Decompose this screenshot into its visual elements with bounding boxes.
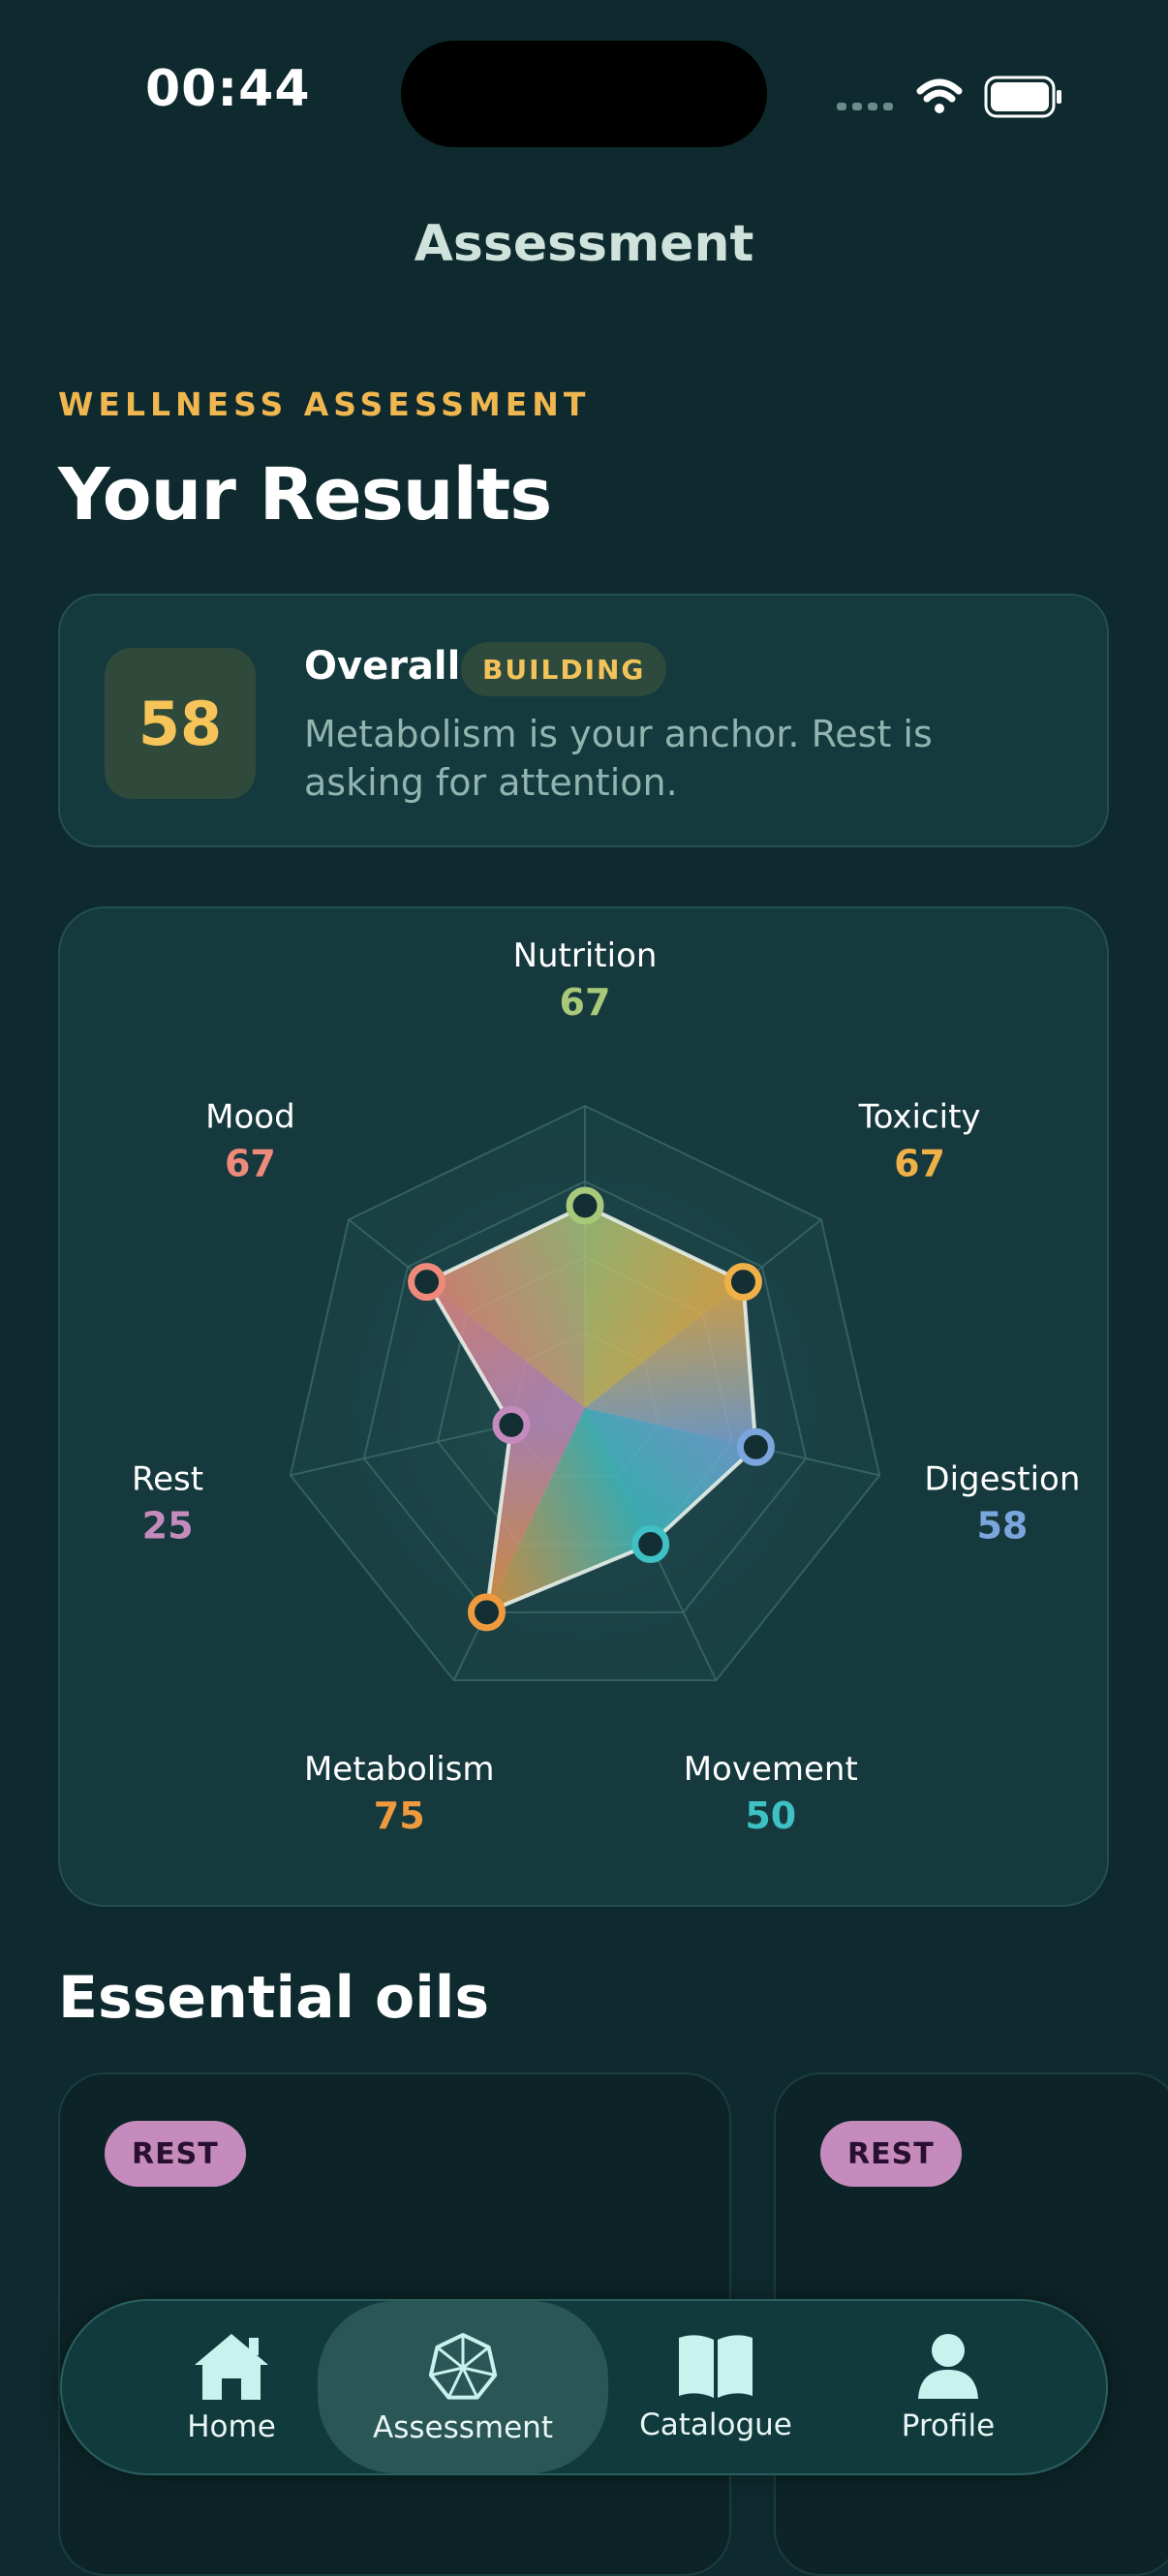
radar-chart-card: Nutrition 67 Toxicity 67 Digestion 58 Movement… [58, 906, 1109, 1907]
axis-label-rest: Rest [132, 1459, 203, 1498]
tab-home[interactable]: Home [159, 2301, 304, 2473]
section-eyebrow: WELLNESS ASSESSMENT [58, 385, 591, 423]
tab-assessment[interactable]: Assessment [318, 2301, 608, 2473]
tab-label: Assessment [373, 2410, 553, 2445]
home-icon [195, 2334, 268, 2400]
icon-spoke [430, 2366, 464, 2377]
battery-icon [984, 76, 1061, 118]
wifi-icon [916, 78, 963, 113]
oil-category-tag: REST [820, 2121, 962, 2187]
icon-spoke [446, 2367, 465, 2399]
data-point-toxicity [723, 1263, 762, 1302]
heptagon-web-icon [428, 2333, 498, 2400]
page-title: Your Results [58, 453, 552, 537]
tab-catalogue[interactable]: Catalogue [624, 2301, 808, 2473]
overall-description: Metabolism is your anchor. Rest is askin… [304, 713, 933, 804]
overall-score-card: 58 Overall BUILDING Metabolism is your a… [58, 594, 1109, 847]
axis-label-mood: Mood [205, 1097, 295, 1136]
status-badge: BUILDING [461, 642, 667, 696]
data-point-movement [631, 1525, 670, 1564]
tab-bar: Home Assessment Catalogue Profile [60, 2299, 1108, 2475]
axis-label-digestion: Digestion [924, 1459, 1080, 1498]
data-point-metabolism [467, 1593, 506, 1632]
tab-label: Profile [901, 2408, 996, 2443]
icon-spoke [462, 2366, 496, 2377]
data-point-nutrition [566, 1186, 604, 1225]
axis-value-mood: 67 [225, 1142, 276, 1184]
status-icons [837, 76, 1061, 118]
axis-value-rest: 25 [142, 1504, 194, 1547]
data-point-mood [408, 1263, 446, 1302]
person-icon [918, 2334, 978, 2399]
dynamic-island [401, 41, 767, 147]
tab-label: Catalogue [639, 2407, 792, 2442]
axis-label-toxicity: Toxicity [858, 1097, 981, 1136]
tab-profile[interactable]: Profile [866, 2301, 1030, 2473]
data-point-rest [492, 1405, 531, 1444]
radar-chart: Nutrition 67 Toxicity 67 Digestion 58 Movement… [132, 936, 1080, 1837]
oil-category-tag: REST [105, 2121, 246, 2187]
axis-label-nutrition: Nutrition [513, 936, 658, 975]
icon-spoke [436, 2346, 464, 2370]
icon-spoke [461, 2367, 479, 2399]
icon-spoke [462, 2346, 490, 2370]
overall-score: 58 [105, 648, 256, 799]
nav-title: Assessment [414, 215, 754, 273]
axis-value-nutrition: 67 [560, 981, 611, 1024]
overall-label: Overall [304, 644, 461, 689]
tab-label: Home [187, 2409, 276, 2444]
axis-value-toxicity: 67 [894, 1142, 945, 1184]
axis-value-movement: 50 [745, 1794, 796, 1837]
book-icon [679, 2335, 753, 2398]
axis-value-digestion: 58 [976, 1504, 1028, 1547]
axis-label-metabolism: Metabolism [304, 1750, 495, 1789]
data-point-digestion [736, 1427, 775, 1466]
axis-label-movement: Movement [684, 1750, 858, 1789]
axis-value-metabolism: 75 [374, 1794, 425, 1837]
signal-icon [837, 103, 893, 110]
section-title-essential-oils: Essential oils [58, 1964, 490, 2032]
status-time: 00:44 [145, 60, 311, 118]
